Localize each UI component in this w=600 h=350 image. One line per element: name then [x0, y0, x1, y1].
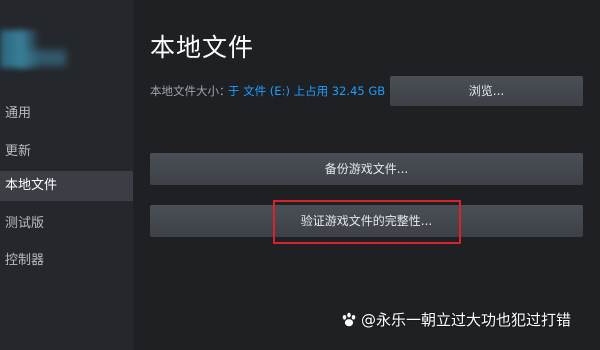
local-files-size-value[interactable]: 于 文件 (E:) 上占用 32.45 GB: [228, 83, 385, 99]
sidebar-item-general[interactable]: 通用: [0, 99, 133, 129]
blurred-username: [18, 50, 66, 66]
watermark: @永乐一朝立过大功也犯过打错: [340, 309, 571, 330]
local-files-size-label: 本地文件大小：: [150, 84, 231, 98]
highlight-annotation-box: [273, 200, 461, 244]
sidebar-item-betas[interactable]: 测试版: [0, 209, 133, 239]
sidebar: 通用 更新 本地文件 测试版 控制器: [0, 0, 133, 350]
sidebar-item-local-files[interactable]: 本地文件: [0, 171, 133, 201]
paw-icon: [342, 312, 356, 326]
backup-game-files-button[interactable]: 备份游戏文件...: [150, 153, 583, 185]
browse-button[interactable]: 浏览...: [390, 76, 583, 106]
page-title: 本地文件: [150, 33, 255, 62]
sidebar-item-updates[interactable]: 更新: [0, 137, 133, 167]
watermark-text: @永乐一朝立过大功也犯过打错: [361, 311, 572, 329]
sidebar-item-controller[interactable]: 控制器: [0, 246, 133, 276]
